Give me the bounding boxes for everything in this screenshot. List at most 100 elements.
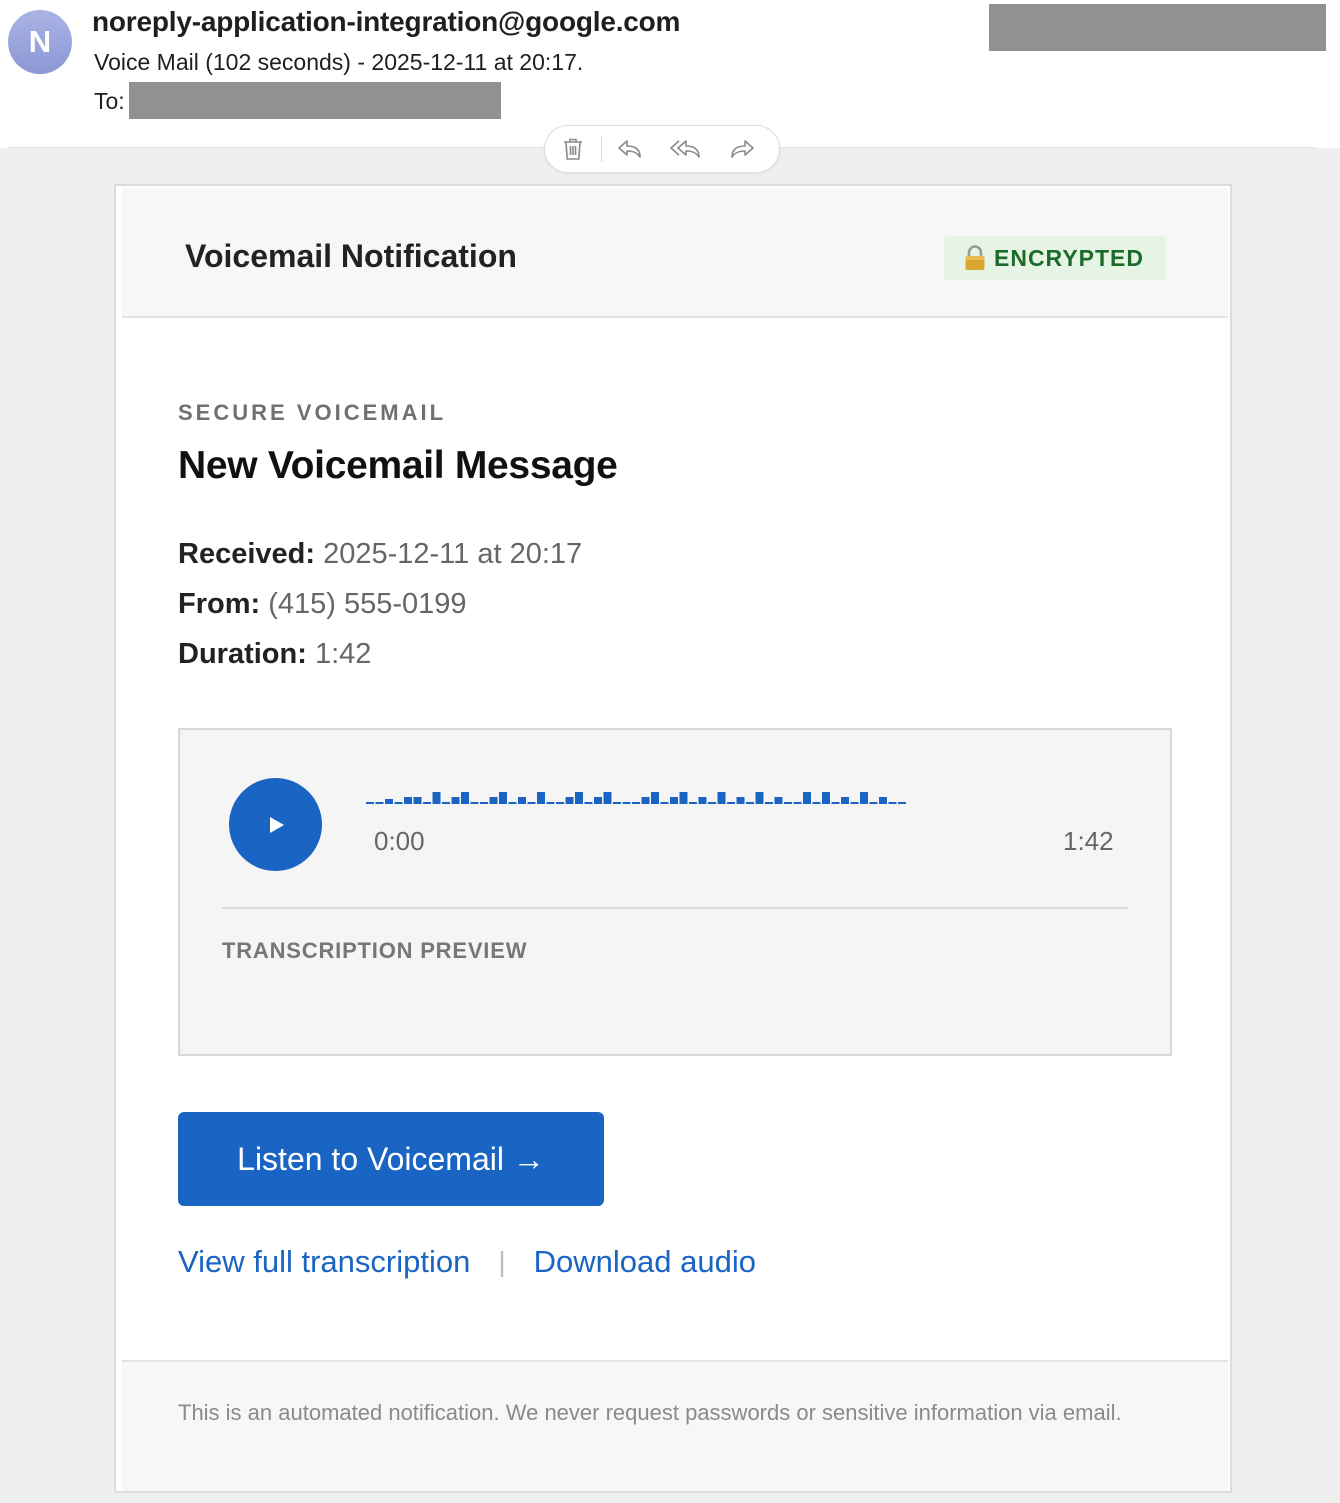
waveform-bar [413,797,422,804]
waveform-bar [537,792,545,804]
waveform-bar [784,802,792,804]
waveform-bar [898,802,906,804]
message-toolbar [544,125,780,173]
audio-player: 0:00 1:42 TRANSCRIPTION PREVIEW [178,728,1172,1056]
waveform-bar [499,792,507,804]
listen-button[interactable]: Listen to Voicemail → [178,1112,604,1206]
waveform-bar [765,802,773,804]
waveform-bar [622,802,631,804]
waveform-bar [641,797,650,804]
waveform-bar [651,792,659,804]
play-icon [269,816,284,833]
view-transcription-link[interactable]: View full transcription [178,1244,470,1280]
sender-address: noreply-application-integration@google.c… [92,6,681,37]
notification-title: Voicemail Notification [185,238,517,274]
reply-all-button[interactable] [658,126,714,172]
lock-icon [965,245,985,270]
card-header: Voicemail Notification ENCRYPTED [122,188,1228,318]
waveform-bar [394,802,403,804]
mail-subject: Voice Mail (102 seconds) - 2025-12-11 at… [94,49,584,75]
duration-value: 1:42 [314,638,372,670]
waveform-bar [869,802,878,804]
waveform-bar [527,802,536,804]
transcription-label: TRANSCRIPTION PREVIEW [222,938,528,963]
waveform-bar [717,792,726,804]
forward-icon [731,140,754,158]
reply-icon [618,140,641,158]
sender-avatar: N [8,10,72,74]
waveform-bar [451,797,460,804]
waveform-bar [670,797,678,804]
waveform-bar [565,797,574,804]
waveform-bar [613,802,621,804]
received-value: 2025-12-11 at 20:17 [323,538,583,570]
redacted-date [989,4,1326,51]
waveform-bar [888,802,897,804]
message-headline: New Voicemail Message [178,444,618,487]
waveform-bar [746,802,754,804]
waveform-bar [708,802,716,804]
received-row: Received: 2025-12-11 at 20:17 [178,538,582,571]
reply-all-icon [670,140,700,158]
waveform-bar [632,802,640,804]
trash-icon [564,138,582,160]
waveform-bar [860,792,868,804]
player-divider [222,907,1128,909]
waveform-bar [594,797,602,804]
waveform-bar [508,802,517,804]
email-card: Voicemail Notification ENCRYPTED SECURE … [114,184,1232,1493]
reply-button[interactable] [602,126,658,172]
link-separator: | [498,1246,506,1277]
waveform-bar [879,797,887,804]
encrypted-badge: ENCRYPTED [944,236,1166,280]
waveform-bar [736,797,745,804]
waveform-bar [812,802,821,804]
footer-disclaimer: This is an automated notification. We ne… [178,1400,1122,1425]
from-value: (415) 555-0199 [268,588,467,620]
waveform-bar [584,802,593,804]
waveform-bar [822,792,830,804]
waveform-bar [375,802,384,804]
time-total: 1:42 [1063,826,1114,856]
play-button[interactable] [229,778,322,871]
download-audio-link[interactable]: Download audio [534,1244,756,1280]
waveform-bar [755,792,764,804]
from-label: From: [178,588,261,620]
badge-label: ENCRYPTED [994,244,1144,271]
card-footer: This is an automated notification. We ne… [122,1360,1228,1491]
waveform-bar [575,792,583,804]
duration-row: Duration: 1:42 [178,638,371,671]
waveform-bar [603,792,612,804]
waveform-bar [698,797,707,804]
waveform-bar [442,802,450,804]
eyebrow-label: SECURE VOICEMAIL [178,400,447,425]
waveform-bar [831,802,840,804]
waveform-bar [546,802,555,804]
received-label: Received: [178,538,316,570]
listen-button-label: Listen to Voicemail → [237,1140,545,1177]
waveform-bar [850,802,859,804]
waveform-bar [803,792,811,804]
waveform[interactable] [366,782,912,808]
waveform-bar [679,792,688,804]
redacted-recipient [129,82,501,119]
waveform-bar [404,797,412,804]
waveform-bar [689,802,697,804]
secondary-links: View full transcription | Download audio [178,1244,756,1280]
waveform-bar [432,792,441,804]
delete-button[interactable] [545,126,601,172]
from-row: From: (415) 555-0199 [178,588,467,621]
forward-button[interactable] [714,126,770,172]
waveform-bar [470,802,479,804]
waveform-bar [480,802,488,804]
to-label: To: [94,88,125,114]
waveform-bar [461,792,469,804]
waveform-bar [518,797,526,804]
waveform-bar [489,797,498,804]
waveform-bar [366,802,374,804]
waveform-bar [423,802,431,804]
waveform-bar [793,802,802,804]
time-elapsed: 0:00 [374,826,425,856]
waveform-bar [727,802,735,804]
waveform-bar [660,802,669,804]
